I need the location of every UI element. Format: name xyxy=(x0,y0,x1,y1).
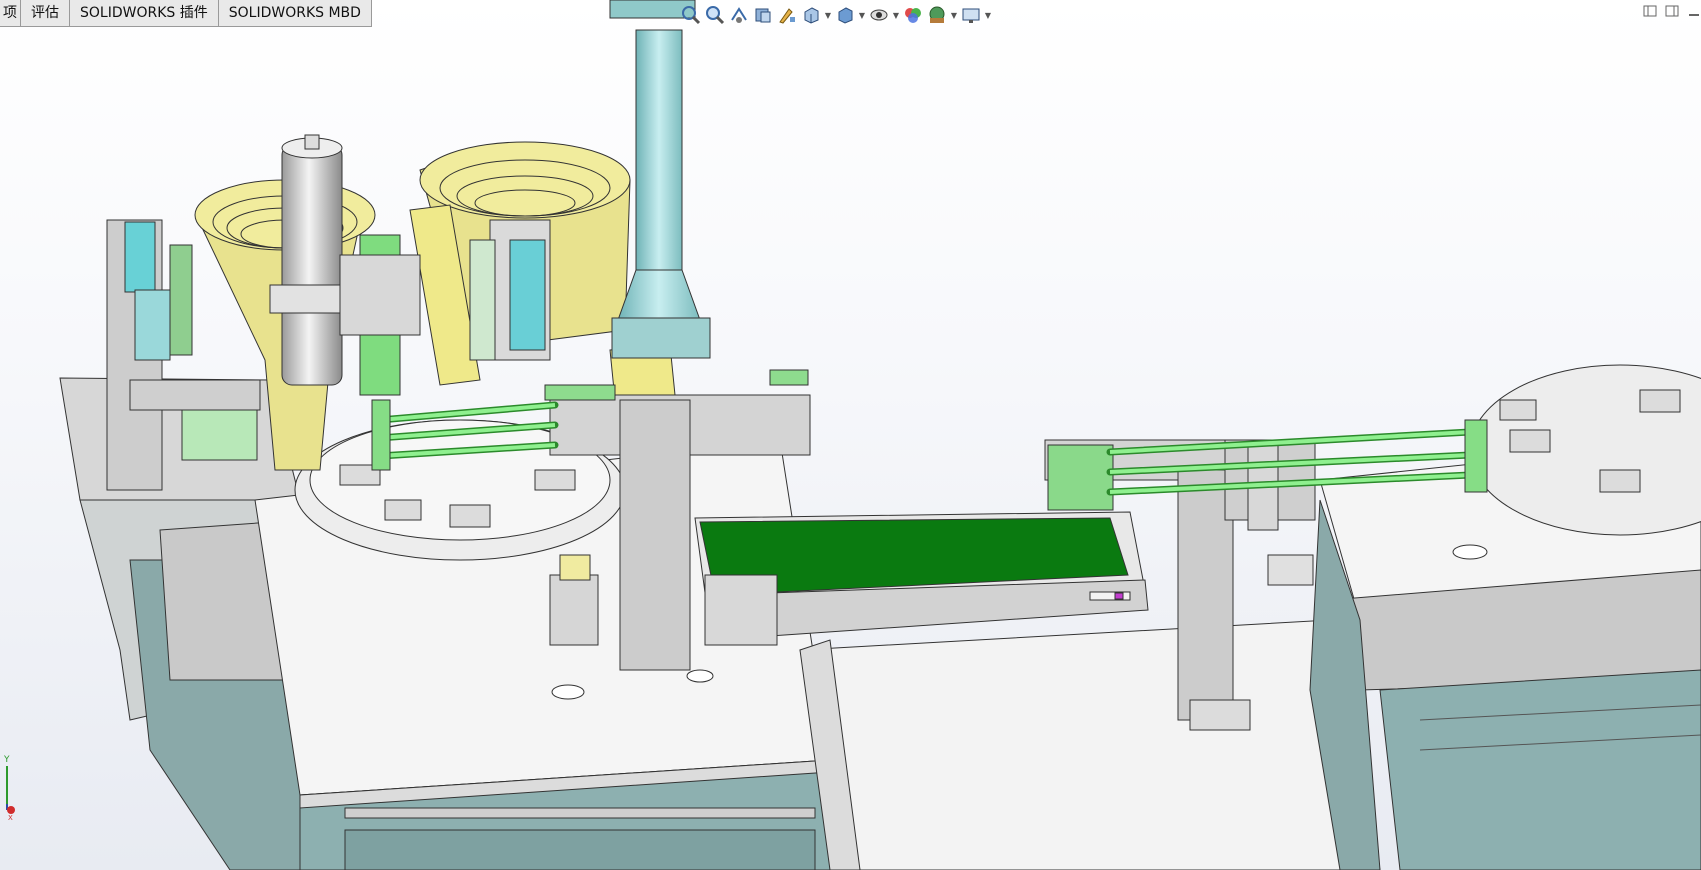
apply-scene-dropdown-icon[interactable]: ▼ xyxy=(950,4,958,26)
triad-x-label: X xyxy=(8,814,13,822)
cad-graphics-area[interactable] xyxy=(0,0,1701,870)
minimize-icon[interactable] xyxy=(1687,4,1701,18)
restore-left-icon[interactable] xyxy=(1643,4,1657,18)
command-manager-tabs: 项 评估 SOLIDWORKS 插件 SOLIDWORKS MBD xyxy=(0,0,372,27)
display-style-dropdown-icon[interactable]: ▼ xyxy=(858,4,866,26)
lift-cylinder xyxy=(549,574,599,646)
view-settings-dropdown-icon[interactable]: ▼ xyxy=(984,4,992,26)
zoom-to-fit-icon[interactable] xyxy=(680,4,702,26)
heads-up-view-toolbar: ▼ ▼ ▼ ▼ ▼ xyxy=(680,2,992,28)
view-settings-icon[interactable] xyxy=(960,4,982,26)
tab-solidworks-addins[interactable]: SOLIDWORKS 插件 xyxy=(69,0,219,27)
hide-show-items-icon[interactable] xyxy=(868,4,890,26)
hide-show-dropdown-icon[interactable]: ▼ xyxy=(892,4,900,26)
left-cabinet xyxy=(59,377,301,870)
tab-partial[interactable]: 项 xyxy=(0,0,21,27)
tab-solidworks-mbd[interactable]: SOLIDWORKS MBD xyxy=(217,0,372,27)
window-controls xyxy=(1643,4,1701,18)
belt-conveyor xyxy=(694,511,1149,646)
section-view-icon[interactable] xyxy=(752,4,774,26)
edit-appearance-icon[interactable] xyxy=(902,4,924,26)
view-orientation-dropdown-icon[interactable]: ▼ xyxy=(824,4,832,26)
view-orientation-icon[interactable] xyxy=(800,4,822,26)
dynamic-annotation-views-icon[interactable] xyxy=(776,4,798,26)
tab-evaluate[interactable]: 评估 xyxy=(20,0,70,27)
restore-right-icon[interactable] xyxy=(1665,4,1679,18)
triad-origin xyxy=(7,806,15,814)
display-style-icon[interactable] xyxy=(834,4,856,26)
center-table xyxy=(799,619,1381,870)
reference-triad: Y X xyxy=(3,755,15,822)
previous-view-icon[interactable] xyxy=(728,4,750,26)
zoom-to-area-icon[interactable] xyxy=(704,4,726,26)
apply-scene-icon[interactable] xyxy=(926,4,948,26)
triad-y-label: Y xyxy=(3,755,10,765)
